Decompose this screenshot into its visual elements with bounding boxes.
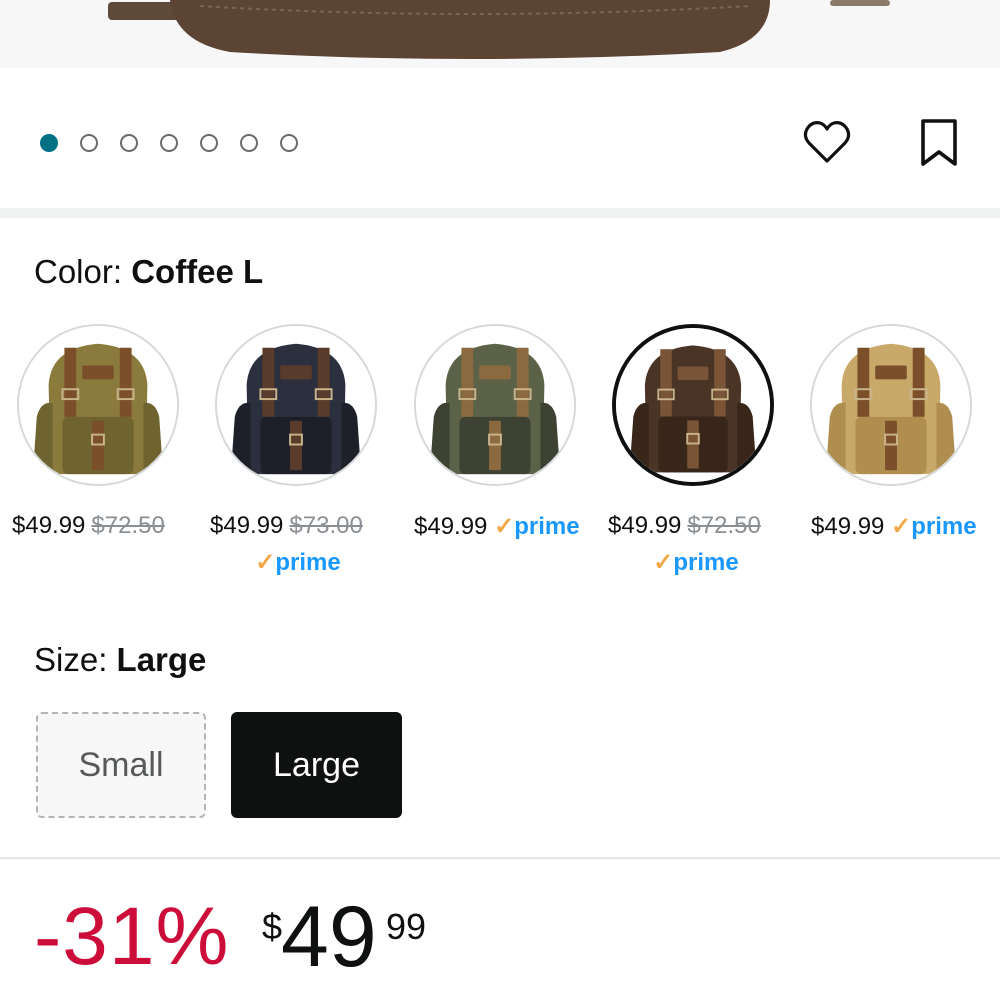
- color-swatch-coffee[interactable]: [612, 324, 774, 486]
- backpack-image: [812, 326, 970, 484]
- selected-color: Coffee L: [131, 253, 264, 290]
- prime-badge: ✓prime: [653, 549, 739, 576]
- swatch-price-row: $49.99 ✓prime: [414, 512, 580, 541]
- swatch-list-price: $73.00: [289, 512, 363, 539]
- carousel-dot[interactable]: [80, 134, 98, 152]
- swatch-price-row: $49.99 ✓prime: [811, 512, 977, 541]
- price-whole: 49: [281, 889, 377, 985]
- prime-badge: ✓prime: [494, 513, 580, 540]
- swatch-list-price: $72.50: [91, 512, 165, 539]
- prime-badge: ✓prime: [255, 549, 341, 576]
- swatch-price: $49.99: [210, 512, 284, 539]
- swatch-price: $49.99: [12, 512, 86, 539]
- bookmark-icon[interactable]: [918, 118, 960, 168]
- swatch-price-row: $49.99 $72.50: [12, 512, 165, 540]
- backpack-image: [616, 328, 770, 482]
- size-label: Size: Large: [34, 641, 207, 678]
- backpack-image: [217, 326, 375, 484]
- check-icon: ✓: [653, 549, 674, 576]
- color-swatch-khaki[interactable]: [810, 324, 972, 486]
- color-swatch-black[interactable]: [215, 324, 377, 486]
- price-fraction: 99: [386, 906, 427, 947]
- color-swatch-camo[interactable]: [414, 324, 576, 486]
- carousel-dot[interactable]: [240, 134, 258, 152]
- carousel-dot[interactable]: [160, 134, 178, 152]
- prime-badge: ✓prime: [891, 513, 977, 540]
- carousel-dot[interactable]: [200, 134, 218, 152]
- swatch-price-row: $49.99 $73.00: [210, 512, 363, 540]
- discount-percentage: -31%: [34, 891, 230, 982]
- carousel-dot[interactable]: [120, 134, 138, 152]
- heart-icon[interactable]: [802, 118, 852, 168]
- size-option-small[interactable]: Small: [36, 712, 206, 818]
- swatch-list-price: $72.50: [687, 512, 761, 539]
- section-divider: [0, 208, 1000, 218]
- price-currency: $: [262, 906, 283, 947]
- size-option-large[interactable]: Large: [231, 712, 402, 818]
- backpack-image: [19, 326, 177, 484]
- swatch-price: $49.99: [811, 513, 885, 540]
- color-swatch-army-green[interactable]: [17, 324, 179, 486]
- image-carousel-dots[interactable]: [40, 132, 298, 154]
- color-label: Color: Coffee L: [34, 253, 264, 290]
- swatch-price-row: $49.99 $72.50: [608, 512, 761, 540]
- carousel-dot[interactable]: [40, 134, 58, 152]
- check-icon: ✓: [494, 513, 515, 540]
- check-icon: ✓: [255, 549, 276, 576]
- carousel-dot[interactable]: [280, 134, 298, 152]
- check-icon: ✓: [891, 513, 912, 540]
- divider: [0, 857, 1000, 859]
- swatch-price: $49.99: [608, 512, 682, 539]
- product-image[interactable]: [0, 0, 1000, 68]
- swatch-price: $49.99: [414, 513, 488, 540]
- selected-size: Large: [116, 641, 207, 678]
- backpack-image: [416, 326, 574, 484]
